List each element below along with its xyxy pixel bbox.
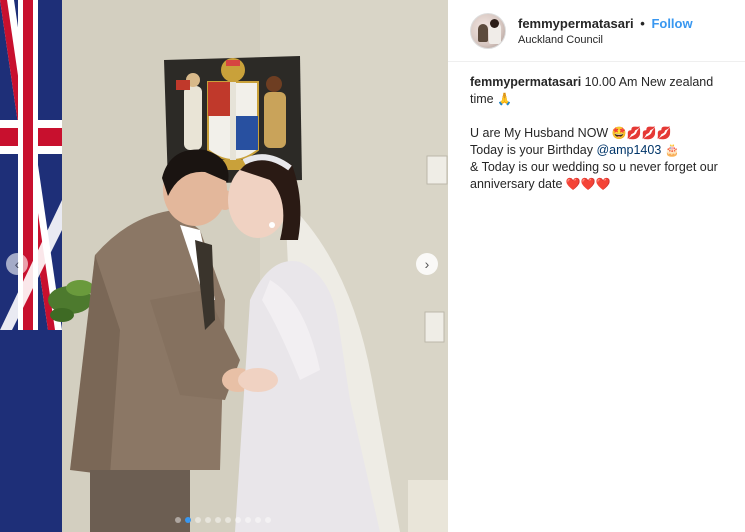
pray-emoji: 🙏 xyxy=(497,92,513,106)
caption-line-3: Today is your Birthday xyxy=(470,143,593,157)
mention-link[interactable]: @amp1403 xyxy=(596,143,661,157)
wedding-photo-illustration xyxy=(0,0,448,532)
carousel-dot[interactable] xyxy=(185,517,191,523)
caption-line-2: U are My Husband NOW xyxy=(470,126,609,140)
post-caption: femmypermatasari 10.00 Am New zealand ti… xyxy=(448,62,745,193)
carousel-dot[interactable] xyxy=(175,517,181,523)
carousel-dot[interactable] xyxy=(245,517,251,523)
carousel-dot[interactable] xyxy=(205,517,211,523)
post-photo[interactable]: ‹ › xyxy=(0,0,448,532)
separator-dot: • xyxy=(640,15,645,31)
post-header: femmypermatasari • Follow Auckland Counc… xyxy=(448,0,745,62)
caption-username[interactable]: femmypermatasari xyxy=(470,75,581,89)
carousel-dot[interactable] xyxy=(255,517,261,523)
star-eyes-kiss-emoji: 🤩💋💋💋 xyxy=(611,126,672,140)
avatar[interactable] xyxy=(470,12,506,49)
post-panel: femmypermatasari • Follow Auckland Counc… xyxy=(448,0,745,532)
chevron-left-icon[interactable]: ‹ xyxy=(6,253,28,275)
carousel-dots xyxy=(175,517,271,523)
carousel-dot[interactable] xyxy=(265,517,271,523)
cake-emoji: 🎂 xyxy=(664,143,680,157)
carousel-dot[interactable] xyxy=(195,517,201,523)
carousel-dot[interactable] xyxy=(215,517,221,523)
follow-button[interactable]: Follow xyxy=(651,16,692,31)
carousel-dot[interactable] xyxy=(235,517,241,523)
hearts-emoji: ❤️❤️❤️ xyxy=(565,177,611,191)
username-link[interactable]: femmypermatasari xyxy=(518,16,634,31)
location-link[interactable]: Auckland Council xyxy=(518,34,693,46)
chevron-right-icon[interactable]: › xyxy=(416,253,438,275)
carousel-dot[interactable] xyxy=(225,517,231,523)
